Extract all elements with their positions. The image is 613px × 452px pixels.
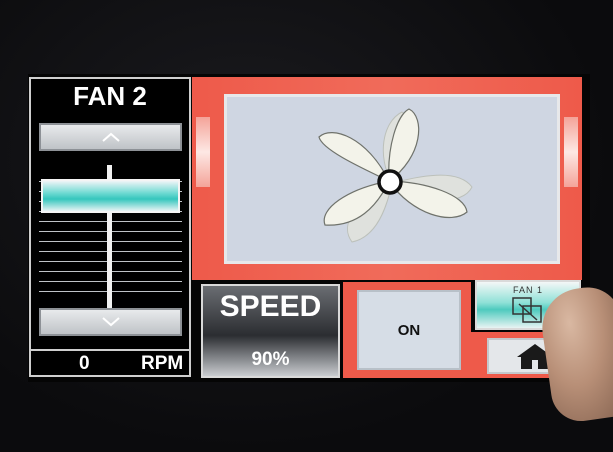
chevron-up-icon [101,132,120,142]
power-tile: ON [343,282,471,378]
speed-down-button[interactable] [39,308,182,336]
rpm-readout: 0 RPM [31,349,189,375]
fan-animation-window [224,94,560,264]
chevron-down-icon [101,317,120,327]
slider-handle[interactable] [41,179,180,213]
speed-tile[interactable]: SPEED 90% [201,284,340,378]
speed-up-button[interactable] [39,123,182,151]
speed-slider[interactable] [39,165,182,311]
divider [31,349,189,351]
window-switch-icon [512,297,542,323]
rpm-unit: RPM [141,353,184,374]
rpm-value: 0 [79,353,90,374]
fan-control-panel: FAN 2 0 RPM [29,77,191,377]
speed-label: SPEED [219,290,322,323]
power-on-button[interactable]: ON [357,290,461,370]
fan-display-frame [192,77,582,280]
fan-title: FAN 2 [73,81,147,111]
fan-icon [318,108,473,243]
speed-value: 90% [251,349,290,370]
